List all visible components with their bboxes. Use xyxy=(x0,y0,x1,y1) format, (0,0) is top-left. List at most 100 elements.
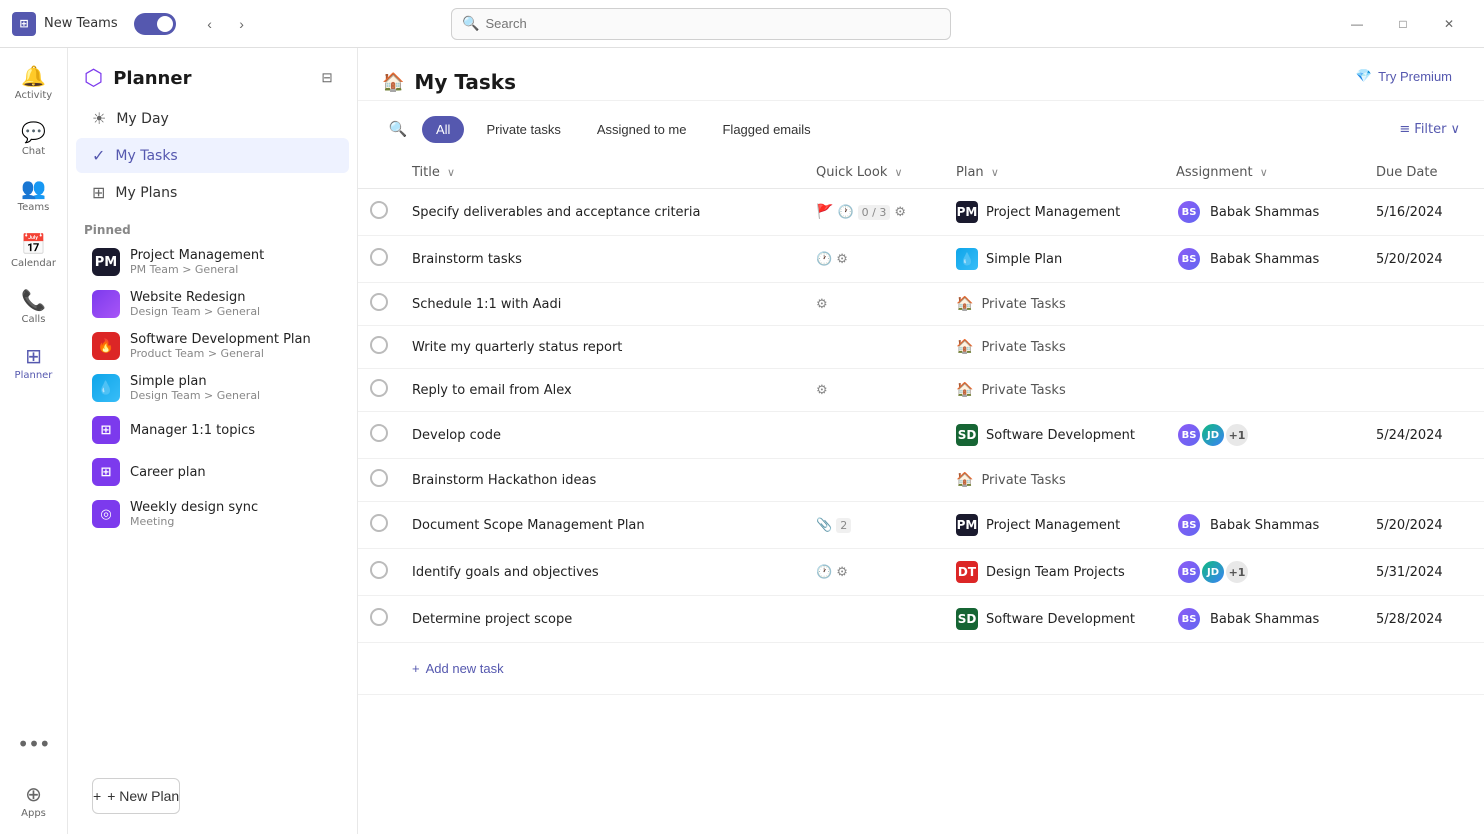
assignment-cell xyxy=(1164,459,1364,502)
plus-icon: + xyxy=(93,788,101,804)
due-date: 5/24/2024 xyxy=(1364,412,1484,459)
table-row: Write my quarterly status report 🏠 Priva… xyxy=(358,326,1484,369)
my-tasks-icon: ✓ xyxy=(92,146,105,165)
my-plans-icon: ⊞ xyxy=(92,183,105,202)
avatar: BS xyxy=(1176,606,1202,632)
search-input[interactable] xyxy=(486,16,941,31)
tab-private-tasks[interactable]: Private tasks xyxy=(472,116,574,143)
progress-badge: 0 / 3 xyxy=(858,205,891,220)
settings-icon: ⚙ xyxy=(836,565,848,580)
sidebar-item-activity[interactable]: 🔔 Activity xyxy=(8,56,60,108)
task-checkbox[interactable] xyxy=(370,608,388,626)
sidebar-item-chat[interactable]: 💬 Chat xyxy=(8,112,60,164)
quick-look-cell: ⚙ xyxy=(816,297,932,312)
more-icon: ••• xyxy=(17,732,49,756)
sidebar-item-teams[interactable]: 👥 Teams xyxy=(8,168,60,220)
task-checkbox[interactable] xyxy=(370,201,388,219)
task-title[interactable]: Reply to email from Alex xyxy=(400,369,804,412)
try-premium-button[interactable]: 💎 Try Premium xyxy=(1348,64,1460,88)
task-checkbox[interactable] xyxy=(370,293,388,311)
quick-look-cell xyxy=(804,326,944,369)
task-checkbox[interactable] xyxy=(370,424,388,442)
filter-icon: ≡ xyxy=(1399,122,1410,137)
col-quicklook[interactable]: Quick Look ∨ xyxy=(804,157,944,189)
search-bar[interactable]: 🔍 xyxy=(451,8,951,40)
quick-look-cell: 📎 2 xyxy=(816,518,932,533)
sidebar-nav-my-day[interactable]: ☀ My Day xyxy=(76,101,349,136)
software-dev-icon: 🔥 xyxy=(92,332,120,360)
tab-flagged-emails[interactable]: Flagged emails xyxy=(708,116,824,143)
quick-look-cell xyxy=(804,412,944,459)
table-row: Determine project scope SD Software Deve… xyxy=(358,596,1484,643)
col-plan[interactable]: Plan ∨ xyxy=(944,157,1164,189)
window-controls: — □ ✕ xyxy=(1334,8,1472,40)
minimize-button[interactable]: — xyxy=(1334,8,1380,40)
sidebar-item-calendar[interactable]: 📅 Calendar xyxy=(8,224,60,276)
task-title[interactable]: Document Scope Management Plan xyxy=(400,502,804,549)
col-duedate[interactable]: Due Date xyxy=(1364,157,1484,189)
pinned-item-project-management[interactable]: PM Project Management PM Team > General xyxy=(76,242,349,282)
task-checkbox[interactable] xyxy=(370,561,388,579)
task-title[interactable]: Brainstorm Hackathon ideas xyxy=(400,459,804,502)
task-checkbox[interactable] xyxy=(370,248,388,266)
pinned-section-label: Pinned xyxy=(68,211,357,241)
career-plan-icon: ⊞ xyxy=(92,458,120,486)
col-title[interactable]: Title ∨ xyxy=(400,157,804,189)
filter-search-button[interactable]: 🔍 xyxy=(382,113,414,145)
filter-dropdown[interactable]: ≡ Filter ∨ xyxy=(1399,122,1460,137)
pinned-item-simple-plan[interactable]: 💧 Simple plan Design Team > General xyxy=(76,368,349,408)
sidebar-item-planner[interactable]: ⊞ Planner xyxy=(8,336,60,388)
col-assignment[interactable]: Assignment ∨ xyxy=(1164,157,1364,189)
avatar: JD xyxy=(1200,422,1226,448)
task-title[interactable]: Schedule 1:1 with Aadi xyxy=(400,283,804,326)
task-checkbox[interactable] xyxy=(370,514,388,532)
table-row: Schedule 1:1 with Aadi ⚙ 🏠 Private Tasks xyxy=(358,283,1484,326)
app-name: New Teams xyxy=(44,16,118,31)
plan-sort-icon: ∨ xyxy=(991,166,999,179)
home-icon: 🏠 xyxy=(382,72,404,93)
table-row: Identify goals and objectives 🕐 ⚙ DT Des… xyxy=(358,549,1484,596)
quick-look-cell xyxy=(804,459,944,502)
pinned-item-manager-topics[interactable]: ⊞ Manager 1:1 topics xyxy=(76,410,349,450)
assignment-sort-icon: ∨ xyxy=(1260,166,1268,179)
plan-cell: 🏠 Private Tasks xyxy=(956,339,1152,355)
sidebar-expand-button[interactable]: ⊟ xyxy=(313,64,341,92)
task-checkbox[interactable] xyxy=(370,469,388,487)
close-button[interactable]: ✕ xyxy=(1426,8,1472,40)
task-checkbox[interactable] xyxy=(370,336,388,354)
tab-assigned-to-me[interactable]: Assigned to me xyxy=(583,116,701,143)
plan-cell: PM Project Management xyxy=(956,514,1152,536)
quicklook-sort-icon: ∨ xyxy=(894,166,902,179)
tab-all[interactable]: All xyxy=(422,116,464,143)
add-new-task-button[interactable]: + Add new task xyxy=(412,653,504,684)
sidebar-nav-my-tasks[interactable]: ✓ My Tasks xyxy=(76,138,349,173)
assignment-cell: BS Babak Shammas xyxy=(1176,512,1352,538)
new-plan-button[interactable]: + + New Plan xyxy=(92,778,180,814)
pinned-item-software-development[interactable]: 🔥 Software Development Plan Product Team… xyxy=(76,326,349,366)
task-title[interactable]: Identify goals and objectives xyxy=(400,549,804,596)
sidebar-item-calls[interactable]: 📞 Calls xyxy=(8,280,60,332)
pinned-item-weekly-design[interactable]: ◎ Weekly design sync Meeting xyxy=(76,494,349,534)
quick-look-cell: 🚩 🕐 0 / 3 ⚙ xyxy=(816,204,932,220)
sidebar-item-more[interactable]: ••• xyxy=(8,718,60,770)
due-date: 5/20/2024 xyxy=(1364,502,1484,549)
forward-button[interactable]: › xyxy=(228,10,256,38)
maximize-button[interactable]: □ xyxy=(1380,8,1426,40)
pinned-item-career-plan[interactable]: ⊞ Career plan xyxy=(76,452,349,492)
task-title[interactable]: Determine project scope xyxy=(400,596,804,643)
new-teams-toggle[interactable] xyxy=(134,13,176,35)
table-row: Specify deliverables and acceptance crit… xyxy=(358,189,1484,236)
task-title[interactable]: Write my quarterly status report xyxy=(400,326,804,369)
back-button[interactable]: ‹ xyxy=(196,10,224,38)
sidebar-nav-my-plans[interactable]: ⊞ My Plans xyxy=(76,175,349,210)
plan-icon: DT xyxy=(956,561,978,583)
manager-topics-icon: ⊞ xyxy=(92,416,120,444)
pinned-item-website-redesign[interactable]: Website Redesign Design Team > General xyxy=(76,284,349,324)
sidebar-item-apps[interactable]: ⊕ Apps xyxy=(8,774,60,826)
task-title[interactable]: Specify deliverables and acceptance crit… xyxy=(400,189,804,236)
task-checkbox[interactable] xyxy=(370,379,388,397)
task-title[interactable]: Develop code xyxy=(400,412,804,459)
task-title[interactable]: Brainstorm tasks xyxy=(400,236,804,283)
task-table: Title ∨ Quick Look ∨ Plan ∨ Assignment xyxy=(358,157,1484,834)
simple-plan-icon: 💧 xyxy=(92,374,120,402)
